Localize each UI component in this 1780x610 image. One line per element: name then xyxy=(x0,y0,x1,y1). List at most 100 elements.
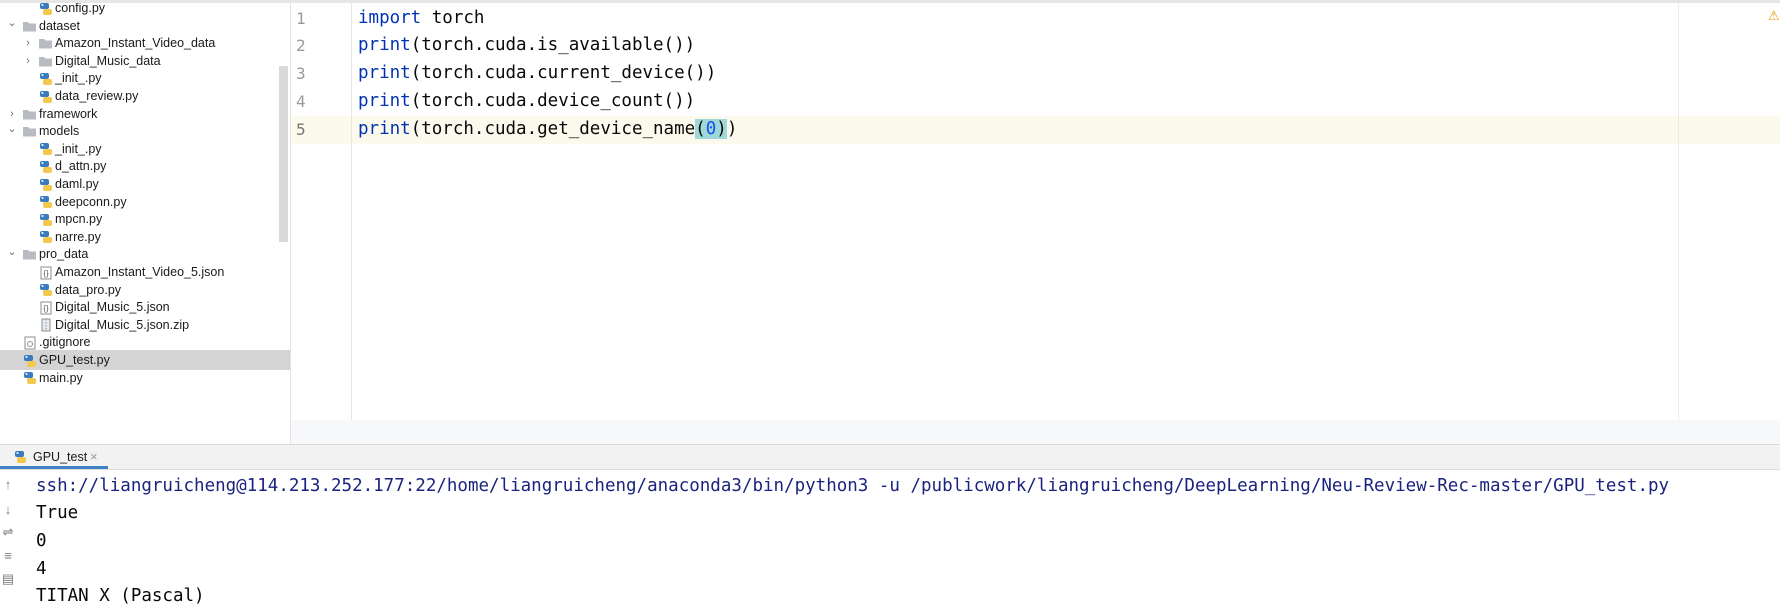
code-line[interactable]: print(torch.cuda.current_device()) xyxy=(358,63,716,83)
python-file-icon xyxy=(38,3,53,16)
soft-wrap-icon[interactable]: ⇌ xyxy=(1,524,15,539)
tree-item-label: d_attn.py xyxy=(55,159,107,174)
python-file-icon xyxy=(38,142,53,157)
tree-item-label: Amazon_Instant_Video_data xyxy=(55,36,216,51)
tree-item-label: Digital_Music_5.json xyxy=(55,300,170,315)
folder-icon xyxy=(38,36,53,51)
chevron-down-icon[interactable]: ⌄ xyxy=(6,245,18,258)
code-token: print xyxy=(358,63,411,83)
tree-item[interactable]: main.py xyxy=(0,368,290,388)
chevron-down-icon[interactable]: ⌄ xyxy=(6,122,18,135)
code-token: (torch.cuda.current_device()) xyxy=(410,63,717,83)
tree-item-label: Digital_Music_5.json.zip xyxy=(55,317,190,332)
python-file-icon xyxy=(38,212,53,227)
console-output-line: True xyxy=(36,503,79,523)
tab-gpu-test[interactable]: GPU_test × xyxy=(0,445,108,469)
code-line[interactable]: print(torch.cuda.device_count()) xyxy=(358,91,695,111)
svg-text:{}: {} xyxy=(43,269,49,278)
code-token: torch xyxy=(421,8,485,28)
console-output-line: 4 xyxy=(36,559,47,579)
tree-item-label: data_review.py xyxy=(55,89,139,103)
tree-item-label: main.py xyxy=(39,370,83,385)
warning-triangle-icon[interactable]: ⚠ xyxy=(1768,8,1780,24)
code-line[interactable]: import torch xyxy=(358,8,484,28)
line-number: 5 xyxy=(296,120,306,139)
archive-file-icon xyxy=(38,318,53,333)
print-icon[interactable]: ▤ xyxy=(1,571,15,586)
folder-icon xyxy=(22,107,37,122)
svg-text:{}: {} xyxy=(43,304,49,313)
tree-item-label: mpcn.py xyxy=(55,212,103,227)
project-tree[interactable]: config.py ⌄ dataset › Amazon_Instant_Video_d… xyxy=(0,3,290,445)
tree-item-label: framework xyxy=(39,106,98,121)
line-number: 1 xyxy=(296,9,306,28)
code-token: print xyxy=(358,119,411,139)
run-tab-bar: GPU_test × xyxy=(0,445,1780,470)
tree-item-label: _init_.py xyxy=(55,141,102,156)
tab-label: GPU_test xyxy=(33,450,88,464)
right-margin-guide xyxy=(1678,3,1679,420)
python-file-icon xyxy=(38,159,53,174)
code-token: print xyxy=(358,35,411,55)
code-token: import xyxy=(358,8,422,28)
code-token: 0 xyxy=(705,119,717,139)
tree-item-label: _init_.py xyxy=(55,71,102,86)
tree-item-label: .gitignore xyxy=(39,335,91,350)
python-file-icon xyxy=(38,71,53,86)
tree-item-label: narre.py xyxy=(55,229,101,244)
code-line[interactable]: print(torch.cuda.get_device_name(0)) xyxy=(358,119,737,139)
tree-item-label: GPU_test.py xyxy=(39,353,110,367)
code-line[interactable]: print(torch.cuda.is_available()) xyxy=(358,35,695,55)
python-file-icon xyxy=(38,230,53,245)
gitignore-file-icon xyxy=(22,335,37,350)
console-output-line: TITAN X (Pascal) xyxy=(36,586,205,606)
tree-item-label: models xyxy=(39,124,80,139)
python-file-icon xyxy=(22,353,37,368)
tree-item-label: Amazon_Instant_Video_5.json xyxy=(55,265,225,279)
console-command-line[interactable]: ssh://liangruicheng@114.213.252.177:22/h… xyxy=(36,476,1669,496)
tab-active-indicator xyxy=(0,466,108,469)
line-number: 3 xyxy=(296,64,306,83)
line-number: 4 xyxy=(296,92,306,111)
tree-item-label: dataset xyxy=(39,18,81,33)
scroll-to-end-icon[interactable]: ≡ xyxy=(1,548,15,563)
tree-item-label: deepconn.py xyxy=(55,194,127,209)
python-file-icon xyxy=(15,451,26,463)
tree-item-label: Digital_Music_data xyxy=(55,53,161,68)
tree-item-label: data_pro.py xyxy=(55,282,122,297)
code-token: (torch.cuda.get_device_name xyxy=(410,119,696,139)
arrow-down-icon[interactable]: ↓ xyxy=(1,502,15,517)
python-file-icon xyxy=(38,177,53,192)
tree-item-label: pro_data xyxy=(39,247,89,262)
python-file-icon xyxy=(38,89,53,104)
folder-icon xyxy=(22,124,37,139)
chevron-right-icon[interactable]: › xyxy=(22,55,34,67)
folder-icon xyxy=(22,247,37,262)
code-token: print xyxy=(358,91,411,111)
code-token: (torch.cuda.is_available()) xyxy=(410,35,696,55)
arrow-up-icon[interactable]: ↑ xyxy=(1,477,15,492)
code-token: ) xyxy=(716,119,727,139)
console-toolbar: ↑ ↓ ⇌ ≡ ▤ xyxy=(0,470,18,610)
line-number: 2 xyxy=(296,36,306,55)
chevron-right-icon[interactable]: › xyxy=(22,37,34,49)
tree-item-label: daml.py xyxy=(55,177,99,191)
tree-item-label: config.py xyxy=(55,3,106,15)
tree-scrollbar[interactable] xyxy=(279,66,288,242)
console-output-line: 0 xyxy=(36,531,47,551)
editor-bottom-bar xyxy=(291,420,1780,445)
json-file-icon: {} xyxy=(38,265,53,280)
code-token: (torch.cuda.device_count()) xyxy=(410,91,696,111)
folder-icon xyxy=(22,19,37,34)
code-token: ( xyxy=(695,119,706,139)
gutter-separator xyxy=(351,3,352,420)
python-file-icon xyxy=(22,371,37,386)
code-token: ) xyxy=(726,119,738,139)
chevron-down-icon[interactable]: ⌄ xyxy=(6,17,18,29)
json-file-icon: {} xyxy=(38,300,53,315)
python-file-icon xyxy=(38,195,53,210)
close-icon[interactable]: × xyxy=(90,449,98,464)
python-file-icon xyxy=(38,283,53,298)
folder-icon xyxy=(38,54,53,69)
chevron-right-icon[interactable]: › xyxy=(6,108,18,120)
